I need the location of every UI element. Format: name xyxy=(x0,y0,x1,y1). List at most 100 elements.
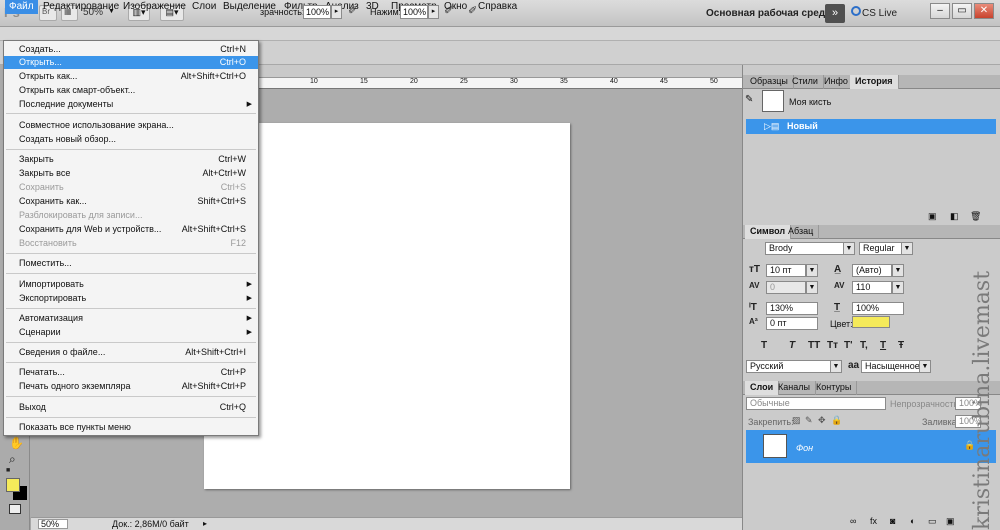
menu-item-open-as[interactable]: Открыть как... Alt+Shift+Ctrl+O xyxy=(4,70,258,83)
menu-item-import[interactable]: Импортировать ▶ xyxy=(4,278,258,291)
text-color-swatch[interactable] xyxy=(852,316,890,328)
kerning-input[interactable]: 0 xyxy=(766,281,806,294)
tab-info[interactable]: Инфо xyxy=(819,75,854,89)
menu-edit[interactable]: Редактирование xyxy=(39,0,123,14)
menu-item-save-for-web[interactable]: Сохранить для Web и устройств... Alt+Shif… xyxy=(4,223,258,236)
chevron-down-icon[interactable]: ▼ xyxy=(901,242,913,255)
layer-name[interactable]: Фон xyxy=(796,443,813,453)
layer-style-icon[interactable]: fx xyxy=(870,516,877,526)
tablet-opacity-icon[interactable]: ✐ xyxy=(348,4,362,19)
cs-live-button[interactable]: CS Live xyxy=(862,8,897,19)
menu-item-share-screen[interactable]: Совместное использование экрана... xyxy=(4,119,258,132)
tab-history[interactable]: История xyxy=(850,75,899,89)
horizontal-scale-input[interactable]: 100% xyxy=(852,302,904,315)
pressure-slider-toggle[interactable]: ▸ xyxy=(428,5,439,19)
menu-item-create[interactable]: Создать... Ctrl+N xyxy=(4,43,258,56)
new-snapshot-icon[interactable]: ◧ xyxy=(950,211,959,222)
new-group-icon[interactable]: ▭ xyxy=(928,516,937,527)
status-zoom-input[interactable]: 50% xyxy=(38,519,68,529)
superscript-button[interactable]: T' xyxy=(844,340,853,351)
all-caps-button[interactable]: TT xyxy=(808,340,820,351)
status-menu-arrow-icon[interactable]: ▸ xyxy=(203,519,207,528)
menu-layers[interactable]: Слои xyxy=(188,0,220,14)
menu-item-recent[interactable]: Последние документы ▶ xyxy=(4,98,258,111)
hand-tool-icon[interactable]: ✋ xyxy=(9,436,24,450)
tab-paths[interactable]: Контуры xyxy=(811,381,858,395)
menu-item-save[interactable]: Сохранить Ctrl+S xyxy=(4,181,258,194)
leading-input[interactable]: (Авто) xyxy=(852,264,892,277)
chevron-down-icon[interactable]: ▼ xyxy=(830,360,842,373)
small-caps-button[interactable]: Tт xyxy=(827,340,838,351)
menu-item-close[interactable]: Закрыть Ctrl+W xyxy=(4,153,258,166)
chevron-down-icon[interactable]: ▼ xyxy=(806,264,818,277)
menu-item-print-one-copy[interactable]: Печать одного экземпляра Alt+Shift+Ctrl+P xyxy=(4,380,258,393)
lock-transparency-icon[interactable]: ▨ xyxy=(792,415,801,426)
chevron-down-icon[interactable]: ▼ xyxy=(843,242,855,255)
strikethrough-button[interactable]: Ŧ xyxy=(898,340,904,351)
link-layers-icon[interactable]: ∞ xyxy=(850,516,856,526)
menu-item-scripts[interactable]: Сценарии ▶ xyxy=(4,326,258,339)
font-size-input[interactable]: 10 пт xyxy=(766,264,806,277)
default-colors-icon[interactable]: ■ xyxy=(6,467,10,474)
history-brush-icon[interactable]: ✎ xyxy=(745,94,753,105)
cs-live-icon[interactable] xyxy=(851,6,861,16)
font-family-select[interactable]: Brody xyxy=(765,242,855,255)
delete-state-icon[interactable]: 🗑 xyxy=(970,211,981,222)
chevron-down-icon[interactable]: ▼ xyxy=(892,264,904,277)
horizontal-ruler[interactable]: 10 15 20 25 30 35 40 45 50 xyxy=(258,78,742,89)
airbrush-icon[interactable]: ✐ xyxy=(444,4,458,19)
vertical-scale-input[interactable]: 130% xyxy=(766,302,818,315)
menu-item-print[interactable]: Печатать... Ctrl+P xyxy=(4,366,258,379)
layer-thumbnail[interactable] xyxy=(763,434,787,458)
opacity-input[interactable]: 100% xyxy=(303,5,331,19)
new-layer-icon[interactable]: ▣ xyxy=(946,516,955,527)
menu-item-unlock-write[interactable]: Разблокировать для записи... xyxy=(4,209,258,222)
opacity-slider-toggle[interactable]: ▸ xyxy=(331,5,342,19)
foreground-color-swatch[interactable] xyxy=(6,478,20,492)
chevron-down-icon[interactable]: ▼ xyxy=(892,281,904,294)
menu-item-open-smart-object[interactable]: Открыть как смарт-объект... xyxy=(4,84,258,97)
history-state-row[interactable] xyxy=(746,119,996,134)
maximize-icon[interactable]: ▭ xyxy=(952,3,972,19)
pressure-input[interactable]: 100% xyxy=(400,5,428,19)
subscript-button[interactable]: T, xyxy=(860,340,868,351)
menu-item-revert[interactable]: Восстановить F12 xyxy=(4,237,258,250)
history-snapshot-thumbnail[interactable] xyxy=(762,90,784,112)
minimize-icon[interactable]: – xyxy=(930,3,950,19)
tablet-size-icon[interactable]: ✐ xyxy=(468,4,482,19)
menu-item-file-info[interactable]: Сведения о файле... Alt+Shift+Ctrl+I xyxy=(4,346,258,359)
menu-item-new-review[interactable]: Создать новый обзор... xyxy=(4,133,258,146)
menu-item-save-as[interactable]: Сохранить как... Shift+Ctrl+S xyxy=(4,195,258,208)
chevron-down-icon[interactable]: ▼ xyxy=(919,360,931,373)
language-select[interactable]: Русский xyxy=(746,360,842,373)
menu-item-place[interactable]: Поместить... xyxy=(4,257,258,270)
chevron-down-icon[interactable]: ▼ xyxy=(806,281,818,294)
baseline-shift-input[interactable]: 0 пт xyxy=(766,317,818,330)
faux-bold-button[interactable]: T xyxy=(761,340,767,351)
close-icon[interactable]: ✕ xyxy=(974,3,994,19)
menu-item-export[interactable]: Экспортировать ▶ xyxy=(4,292,258,305)
lock-pixels-icon[interactable]: ✎ xyxy=(805,415,813,426)
blend-mode-select[interactable]: Обычные xyxy=(746,397,886,410)
quick-mask-icon[interactable] xyxy=(9,504,21,514)
menu-item-open[interactable]: Открыть... Ctrl+O xyxy=(4,56,258,69)
tab-channels[interactable]: Каналы xyxy=(773,381,816,395)
lock-position-icon[interactable]: ✥ xyxy=(818,415,826,426)
tracking-input[interactable]: 110 xyxy=(852,281,892,294)
zoom-tool-icon[interactable]: ⌕ xyxy=(9,452,16,467)
menu-image[interactable]: Изображение xyxy=(119,0,190,14)
new-document-from-state-icon[interactable]: ▣ xyxy=(928,211,937,222)
history-snapshot-label[interactable]: Моя кисть xyxy=(789,97,831,107)
workspace-label[interactable]: Основная рабочая среда xyxy=(706,8,831,19)
menu-item-exit[interactable]: Выход Ctrl+Q xyxy=(4,401,258,414)
menu-item-show-all[interactable]: Показать все пункты меню xyxy=(4,421,258,434)
menu-item-close-all[interactable]: Закрыть все Alt+Ctrl+W xyxy=(4,167,258,180)
menu-file[interactable]: Файл xyxy=(5,0,38,14)
document-tab[interactable] xyxy=(258,65,742,78)
lock-all-icon[interactable]: 🔒 xyxy=(831,415,842,426)
tab-paragraph[interactable]: Абзац xyxy=(783,225,820,239)
faux-italic-button[interactable]: T xyxy=(789,340,795,351)
menu-item-automate[interactable]: Автоматизация ▶ xyxy=(4,312,258,325)
workspace-switcher-icon[interactable]: » xyxy=(825,4,845,23)
adjustment-layer-icon[interactable]: ◐ xyxy=(910,516,915,526)
